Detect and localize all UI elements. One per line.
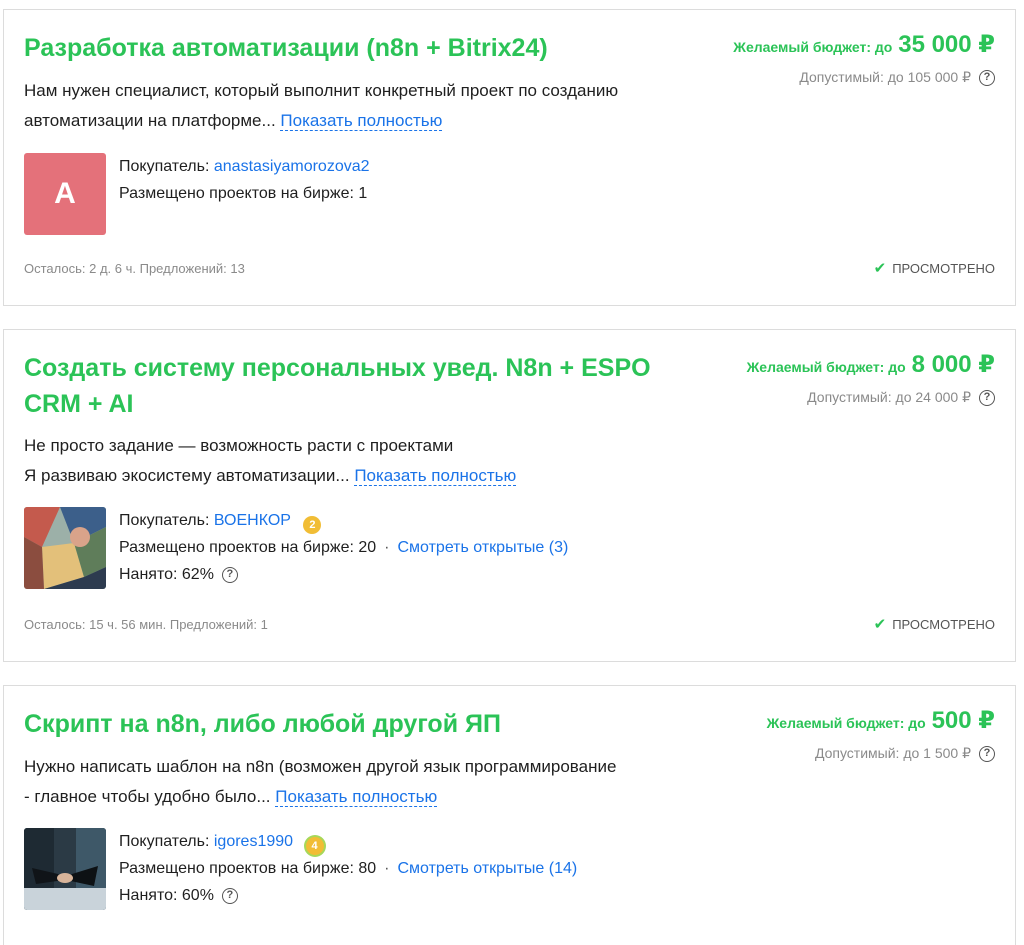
show-more-link[interactable]: Показать полностью xyxy=(280,111,443,131)
hired-line: Нанято: 60% ? xyxy=(119,882,577,909)
buyer-label: Покупатель: xyxy=(119,833,210,850)
description-line: - главное чтобы удобно было... xyxy=(24,787,271,806)
avatar-image xyxy=(24,828,106,910)
avatar[interactable] xyxy=(24,507,106,589)
budget-block: Желаемый бюджет: до 8 000 ₽ Допустимый: … xyxy=(747,350,995,406)
buyer-line: Покупатель: anastasiyamorozova2 xyxy=(119,153,370,180)
desired-budget-label: Желаемый бюджет: до xyxy=(746,359,906,375)
project-card: Скрипт на n8n, либо любой другой ЯП Жела… xyxy=(3,685,1016,945)
question-circle-icon[interactable]: ? xyxy=(979,389,995,406)
description-line: автоматизации на платформе... xyxy=(24,111,276,130)
question-circle-icon[interactable]: ? xyxy=(979,745,995,762)
buyer-line: Покупатель: ВОЕНКОР 2 xyxy=(119,507,568,534)
buyer-info: Покупатель: igores1990 4 Размещено проек… xyxy=(119,828,577,909)
desired-budget-amount: 500 ₽ xyxy=(931,707,995,734)
show-more-link[interactable]: Показать полностью xyxy=(354,466,517,486)
rank-badge-icon: 4 xyxy=(305,837,324,855)
buyer-name-link[interactable]: ВОЕНКОР xyxy=(214,512,291,529)
project-title[interactable]: Разработка автоматизации (n8n + Bitrix24… xyxy=(24,30,684,66)
buyer-info: Покупатель: ВОЕНКОР 2 Размещено проектов… xyxy=(119,507,568,588)
open-projects-link[interactable]: Смотреть открытые (3) xyxy=(397,539,568,556)
time-and-offers: Осталось: 15 ч. 56 мин. Предложений: 1 xyxy=(24,616,268,632)
placed-projects-line: Размещено проектов на бирже: 20 · Смотреть… xyxy=(119,534,568,561)
desired-budget: Желаемый бюджет: до 8 000 ₽ xyxy=(747,350,995,379)
viewed-status: ✔ ПРОСМОТРЕНО xyxy=(874,259,995,277)
show-more-link[interactable]: Показать полностью xyxy=(275,787,438,807)
open-projects-link[interactable]: Смотреть открытые (14) xyxy=(397,860,577,877)
avatar[interactable] xyxy=(24,828,106,910)
allowed-budget-text: Допустимый: до 105 000 ₽ xyxy=(799,69,971,85)
budget-block: Желаемый бюджет: до 500 ₽ Допустимый: до… xyxy=(767,706,995,762)
description-line: Нужно написать шаблон на n8n (возможен д… xyxy=(24,757,617,776)
desired-budget-amount: 8 000 ₽ xyxy=(911,351,995,378)
hired-line: Нанято: 62% ? xyxy=(119,561,568,588)
viewed-status: ✔ ПРОСМОТРЕНО xyxy=(874,615,995,633)
desired-budget-label: Желаемый бюджет: до xyxy=(766,715,926,731)
desired-budget-amount: 35 000 ₽ xyxy=(898,31,995,58)
separator-dot: · xyxy=(384,539,390,556)
separator-dot: · xyxy=(384,860,390,877)
avatar-image xyxy=(24,507,106,589)
buyer-label: Покупатель: xyxy=(119,158,210,175)
allowed-budget: Допустимый: до 105 000 ₽ ? xyxy=(733,69,995,86)
question-circle-icon[interactable]: ? xyxy=(221,887,238,904)
hired-rate: Нанято: 62% xyxy=(119,566,214,583)
checkmark-icon: ✔ xyxy=(873,616,887,633)
placed-projects: Размещено проектов на бирже: 80 xyxy=(119,860,377,877)
question-circle-icon[interactable]: ? xyxy=(979,69,995,86)
avatar-letter: A xyxy=(54,177,76,210)
time-and-offers: Осталось: 2 д. 6 ч. Предложений: 13 xyxy=(24,260,245,276)
buyer-name-link[interactable]: anastasiyamorozova2 xyxy=(214,158,370,175)
project-title[interactable]: Скрипт на n8n, либо любой другой ЯП xyxy=(24,706,684,742)
description-line: Нам нужен специалист, который выполнит к… xyxy=(24,81,619,100)
project-feed: Разработка автоматизации (n8n + Bitrix24… xyxy=(0,0,1024,945)
desired-budget-label: Желаемый бюджет: до xyxy=(733,39,893,55)
buyer-label: Покупатель: xyxy=(119,512,210,529)
placed-projects: Размещено проектов на бирже: 20 xyxy=(119,539,377,556)
buyer-info: Покупатель: anastasiyamorozova2 Размещен… xyxy=(119,153,370,207)
card-footer: Осталось: 2 д. 6 ч. Предложений: 13 ✔ ПР… xyxy=(24,259,995,277)
avatar[interactable]: A xyxy=(24,153,106,235)
project-title[interactable]: Создать систему персональных увед. N8n +… xyxy=(24,350,684,422)
project-card: Создать систему персональных увед. N8n +… xyxy=(3,329,1016,662)
project-description: Не просто задание — возможность расти с … xyxy=(24,431,714,491)
viewed-label: ПРОСМОТРЕНО xyxy=(892,260,995,276)
desired-budget: Желаемый бюджет: до 500 ₽ xyxy=(767,706,995,735)
description-line: Не просто задание — возможность расти с … xyxy=(24,436,454,455)
project-description: Нам нужен специалист, который выполнит к… xyxy=(24,76,714,136)
question-circle-icon[interactable]: ? xyxy=(221,566,238,583)
project-card: Разработка автоматизации (n8n + Bitrix24… xyxy=(3,9,1016,306)
project-description: Нужно написать шаблон на n8n (возможен д… xyxy=(24,752,714,812)
buyer-line: Покупатель: igores1990 4 xyxy=(119,828,577,855)
allowed-budget: Допустимый: до 1 500 ₽ ? xyxy=(767,745,995,762)
budget-block: Желаемый бюджет: до 35 000 ₽ Допустимый:… xyxy=(733,30,995,86)
buyer-name-link[interactable]: igores1990 xyxy=(214,833,293,850)
rank-badge-icon: 2 xyxy=(303,516,322,534)
checkmark-icon: ✔ xyxy=(873,260,887,277)
card-footer: Осталось: 15 ч. 56 мин. Предложений: 1 ✔… xyxy=(24,615,995,633)
hired-rate: Нанято: 60% xyxy=(119,887,214,904)
placed-projects-line: Размещено проектов на бирже: 80 · Смотреть… xyxy=(119,855,577,882)
desired-budget: Желаемый бюджет: до 35 000 ₽ xyxy=(733,30,995,59)
placed-projects: Размещено проектов на бирже: 1 xyxy=(119,185,368,202)
allowed-budget-text: Допустимый: до 24 000 ₽ xyxy=(807,389,971,405)
allowed-budget-text: Допустимый: до 1 500 ₽ xyxy=(814,745,971,761)
description-line: Я развиваю экосистему автоматизации... xyxy=(24,466,350,485)
viewed-label: ПРОСМОТРЕНО xyxy=(892,616,995,632)
allowed-budget: Допустимый: до 24 000 ₽ ? xyxy=(747,389,995,406)
